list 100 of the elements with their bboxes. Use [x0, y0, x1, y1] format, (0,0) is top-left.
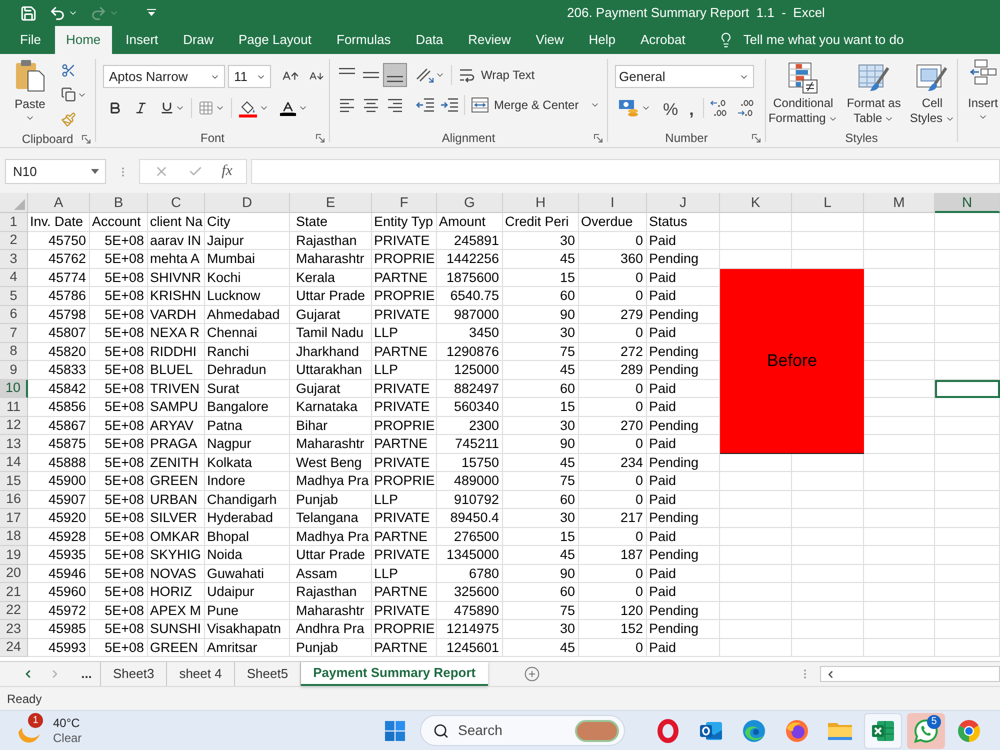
- table-cell: VARDH: [148, 306, 205, 324]
- table-cell: 217: [579, 509, 647, 528]
- table-cell: 60: [503, 380, 579, 398]
- customize-icon: [147, 9, 156, 17]
- ribbon-tab[interactable]: Review: [457, 26, 522, 54]
- cell-styles-button[interactable]: Cell Styles: [906, 56, 959, 128]
- row-header[interactable]: 20: [0, 564, 28, 583]
- taskbar-app-button[interactable]: 5: [907, 712, 945, 748]
- rectangle-shape[interactable]: Before: [720, 268, 864, 454]
- table-cell: Udaipur: [205, 583, 290, 602]
- dialog-launcher-icon[interactable]: [752, 134, 761, 142]
- table-cell: 45: [503, 638, 579, 657]
- row-header[interactable]: 19: [0, 546, 28, 564]
- column-header[interactable]: I: [579, 193, 647, 213]
- column-header[interactable]: J: [647, 193, 720, 213]
- merge-center-button[interactable]: Merge & Center: [468, 94, 603, 116]
- paste-button[interactable]: Paste: [8, 58, 52, 130]
- table-cell: aarav IN: [148, 232, 205, 250]
- table-cell: Tamil Nadu: [290, 324, 372, 342]
- ribbon-tab[interactable]: View: [524, 26, 575, 54]
- column-header[interactable]: E: [290, 193, 372, 213]
- table-cell: Rajasthan: [290, 583, 372, 602]
- insert-function-button[interactable]: fx: [222, 160, 232, 183]
- row-header[interactable]: 3: [0, 250, 28, 268]
- ribbon-tab[interactable]: Acrobat: [630, 26, 696, 54]
- column-header[interactable]: C: [148, 193, 205, 213]
- insert-cells-button[interactable]: Insert: [958, 54, 998, 126]
- row-header[interactable]: 6: [0, 306, 28, 324]
- column-header[interactable]: F: [372, 193, 437, 213]
- row-header[interactable]: 22: [0, 602, 28, 620]
- number-format-dropdown[interactable]: General: [615, 65, 754, 88]
- row-header[interactable]: 21: [0, 583, 28, 602]
- tell-me-field[interactable]: Tell me what you want to do: [718, 26, 904, 54]
- ribbon-tab[interactable]: File: [9, 26, 52, 54]
- comma-style-button[interactable]: ,: [683, 97, 700, 119]
- more-sheets-button[interactable]: ...: [73, 662, 101, 686]
- row-header[interactable]: 13: [0, 435, 28, 454]
- column-header[interactable]: K: [720, 193, 792, 213]
- row-header[interactable]: 7: [0, 324, 28, 342]
- sheet-tab[interactable]: Payment Summary Report: [301, 662, 488, 686]
- ribbon-tab[interactable]: Page Layout: [228, 26, 323, 54]
- dialog-launcher-icon[interactable]: [82, 134, 91, 144]
- row-header[interactable]: 1: [0, 213, 28, 232]
- column-header[interactable]: B: [90, 193, 148, 213]
- formula-input[interactable]: [251, 159, 1000, 184]
- row-header[interactable]: 23: [0, 620, 28, 638]
- row-header[interactable]: 24: [0, 638, 28, 657]
- sheet-tab[interactable]: Sheet3: [101, 662, 168, 686]
- ribbon-tab[interactable]: Data: [404, 26, 454, 54]
- row-header[interactable]: 15: [0, 472, 28, 490]
- paste-icon: [14, 58, 46, 92]
- row-header[interactable]: 5: [0, 287, 28, 306]
- row-header[interactable]: 10: [0, 380, 28, 398]
- align-bottom-button[interactable]: [383, 63, 407, 87]
- row-header[interactable]: 11: [0, 398, 28, 416]
- empty-cell: [935, 564, 1000, 583]
- empty-cell: [935, 306, 1000, 324]
- empty-cell: [864, 528, 935, 546]
- column-header[interactable]: M: [864, 193, 935, 213]
- column-header[interactable]: D: [205, 193, 290, 213]
- row-header[interactable]: 16: [0, 490, 28, 509]
- font-size-dropdown[interactable]: 11: [228, 65, 271, 88]
- taskbar-search-field[interactable]: Search: [420, 715, 625, 746]
- table-cell: Pending: [647, 454, 720, 472]
- row-header[interactable]: 12: [0, 416, 28, 435]
- name-box[interactable]: N10: [5, 159, 106, 184]
- ribbon-tab[interactable]: Home: [54, 26, 112, 54]
- percent-style-button[interactable]: %: [658, 97, 684, 119]
- active-cell[interactable]: [935, 380, 1000, 398]
- row-header[interactable]: 14: [0, 454, 28, 472]
- ribbon-tab[interactable]: Formulas: [326, 26, 402, 54]
- row-header[interactable]: 18: [0, 528, 28, 546]
- table-cell: 5E+08: [90, 380, 148, 398]
- table-cell: 45842: [28, 380, 90, 398]
- column-header[interactable]: G: [437, 193, 503, 213]
- table-cell: Amount: [437, 213, 503, 232]
- row-header[interactable]: 17: [0, 509, 28, 528]
- row-header[interactable]: 8: [0, 342, 28, 361]
- row-header[interactable]: 9: [0, 361, 28, 380]
- column-header[interactable]: L: [792, 193, 864, 213]
- weather-moon-icon[interactable]: [18, 726, 40, 744]
- taskbar-app-button[interactable]: [864, 712, 902, 748]
- wrap-text-button[interactable]: Wrap Text: [455, 64, 538, 86]
- font-name-dropdown[interactable]: Aptos Narrow: [103, 65, 225, 88]
- decrease-indent-icon: [416, 98, 434, 112]
- format-as-table-button[interactable]: Format as Table: [842, 56, 905, 128]
- column-header[interactable]: H: [503, 193, 579, 213]
- ribbon-tab[interactable]: Insert: [114, 26, 170, 54]
- dialog-launcher-icon[interactable]: [316, 134, 325, 142]
- row-header[interactable]: 4: [0, 268, 28, 287]
- row-header[interactable]: 2: [0, 232, 28, 250]
- ribbon-tab[interactable]: Draw: [172, 26, 224, 54]
- table-cell: 279: [579, 306, 647, 324]
- dialog-launcher-icon[interactable]: [594, 134, 603, 142]
- horizontal-scrollbar[interactable]: [820, 666, 1000, 682]
- column-header[interactable]: A: [28, 193, 90, 213]
- column-header[interactable]: N: [935, 193, 1000, 213]
- conditional-formatting-button[interactable]: Conditional Formatting: [764, 56, 842, 128]
- sheet-tab[interactable]: sheet 4: [167, 662, 235, 686]
- ribbon-tab[interactable]: Help: [578, 26, 626, 54]
